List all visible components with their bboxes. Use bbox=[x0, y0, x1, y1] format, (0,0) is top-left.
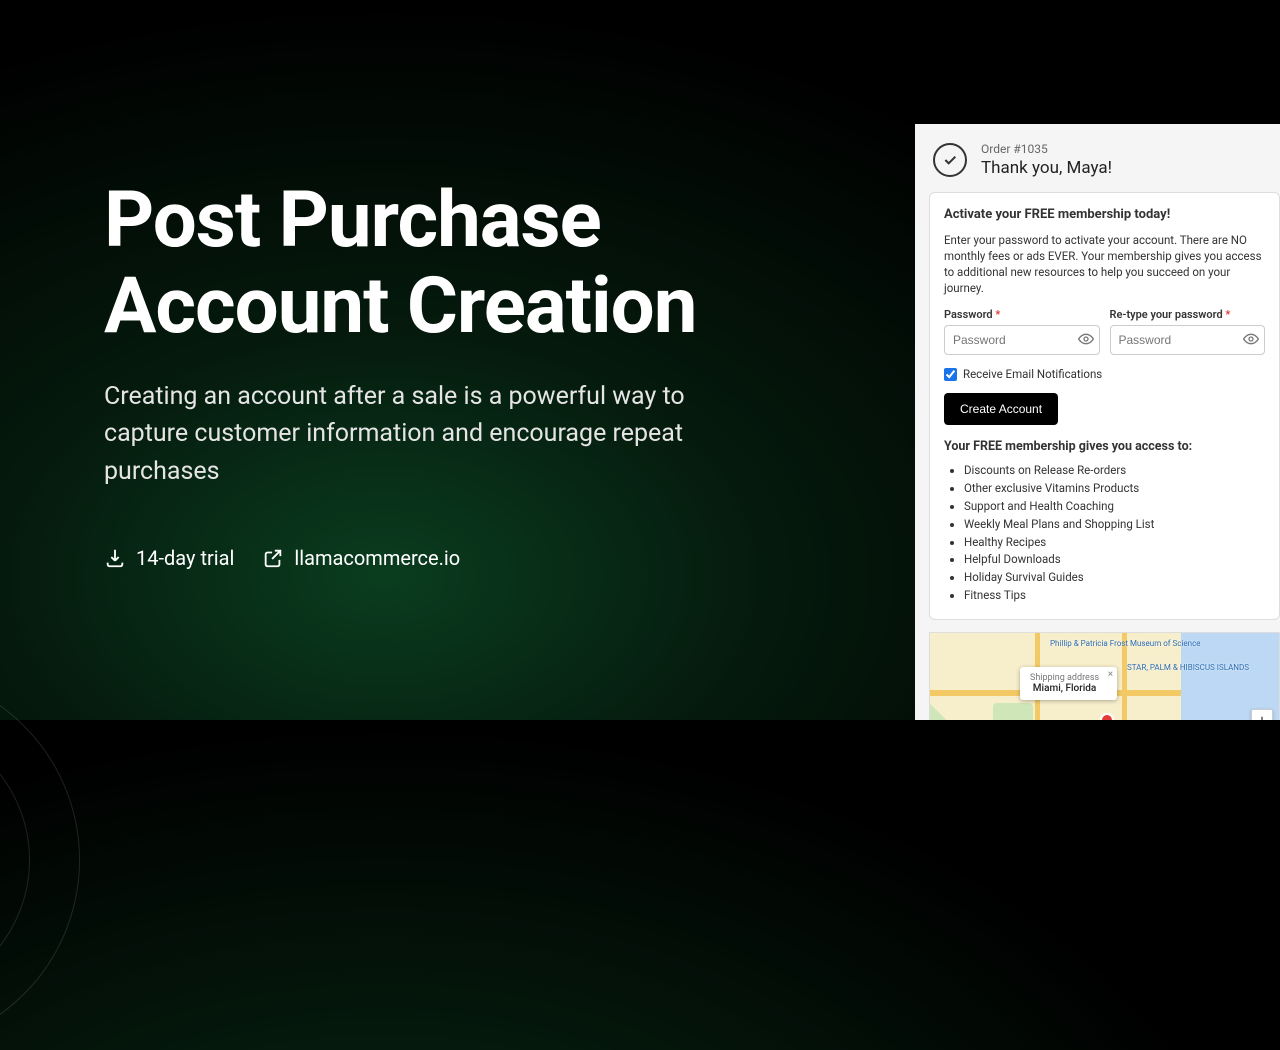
map-pin-icon bbox=[1097, 710, 1117, 720]
list-item: Holiday Survival Guides bbox=[964, 569, 1265, 587]
checkmark-icon bbox=[933, 143, 967, 177]
checkout-preview-panel: Order #1035 Thank you, Maya! Activate yo… bbox=[915, 124, 1280, 720]
retype-password-input[interactable] bbox=[1110, 325, 1266, 355]
email-notifications-checkbox[interactable]: Receive Email Notifications bbox=[944, 367, 1265, 381]
external-link-icon bbox=[262, 547, 284, 569]
list-item: Helpful Downloads bbox=[964, 551, 1265, 569]
trial-badge: 14-day trial bbox=[104, 546, 234, 570]
shipping-map[interactable]: Phillip & Patricia Frost Museum of Scien… bbox=[929, 632, 1280, 720]
password-label: Password * bbox=[944, 308, 1100, 321]
activate-membership-card: Activate your FREE membership today! Ent… bbox=[929, 192, 1280, 620]
benefits-heading: Your FREE membership gives you access to… bbox=[944, 439, 1265, 454]
map-zoom-control: + − bbox=[1251, 709, 1273, 720]
list-item: Healthy Recipes bbox=[964, 534, 1265, 552]
create-account-button[interactable]: Create Account bbox=[944, 393, 1058, 425]
benefits-list: Discounts on Release Re-orders Other exc… bbox=[944, 462, 1265, 605]
eye-icon[interactable] bbox=[1243, 331, 1259, 347]
map-poi-label: STAR, PALM & HIBISCUS ISLANDS bbox=[1127, 663, 1249, 672]
map-tooltip: × Shipping address Miami, Florida bbox=[1020, 667, 1117, 700]
retype-password-label: Re-type your password * bbox=[1110, 308, 1266, 321]
page-title: Post Purchase Account Creation bbox=[104, 178, 864, 350]
activate-heading: Activate your FREE membership today! bbox=[944, 207, 1265, 222]
list-item: Other exclusive Vitamins Products bbox=[964, 480, 1265, 498]
list-item: Discounts on Release Re-orders bbox=[964, 462, 1265, 480]
site-link[interactable]: llamacommerce.io bbox=[262, 546, 460, 570]
download-icon bbox=[104, 547, 126, 569]
list-item: Weekly Meal Plans and Shopping List bbox=[964, 516, 1265, 534]
hero-section: Post Purchase Account Creation Creating … bbox=[104, 178, 864, 570]
order-number: Order #1035 bbox=[981, 142, 1112, 156]
map-poi-label: Phillip & Patricia Frost Museum of Scien… bbox=[1050, 639, 1201, 648]
password-input[interactable] bbox=[944, 325, 1100, 355]
activate-body: Enter your password to activate your acc… bbox=[944, 232, 1265, 296]
email-notifications-input[interactable] bbox=[944, 368, 957, 381]
eye-icon[interactable] bbox=[1078, 331, 1094, 347]
page-subtitle: Creating an account after a sale is a po… bbox=[104, 378, 744, 491]
thank-you-message: Thank you, Maya! bbox=[981, 158, 1112, 178]
close-icon[interactable]: × bbox=[1108, 669, 1113, 680]
zoom-in-button[interactable]: + bbox=[1252, 710, 1272, 720]
list-item: Support and Health Coaching bbox=[964, 498, 1265, 516]
list-item: Fitness Tips bbox=[964, 587, 1265, 605]
